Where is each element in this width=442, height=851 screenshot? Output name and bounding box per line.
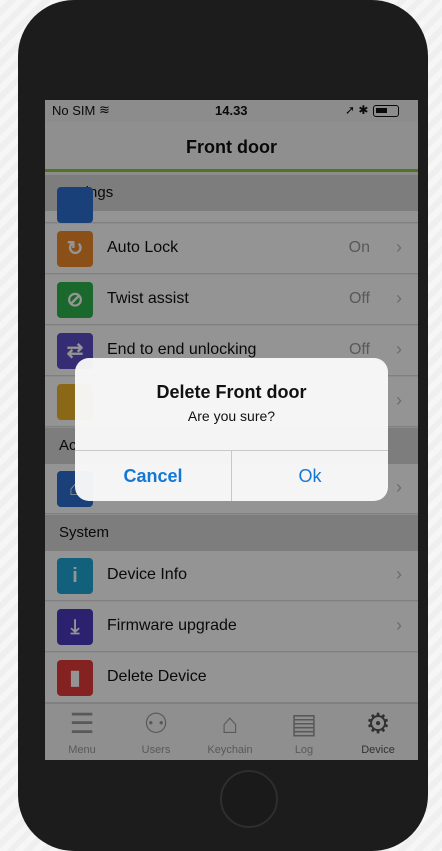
home-button[interactable]: [220, 770, 278, 828]
background: No SIM ≋ 14.33 ➚ ✱ Front door Settings ↻…: [0, 0, 442, 851]
app-screen: No SIM ≋ 14.33 ➚ ✱ Front door Settings ↻…: [45, 100, 418, 760]
dialog-message: Are you sure?: [187, 408, 276, 424]
alert-dialog: Delete Front door Are you sure? Cancel O…: [75, 358, 388, 501]
cancel-button[interactable]: Cancel: [75, 451, 231, 501]
dialog-title: Delete Front door: [156, 382, 307, 402]
ok-button[interactable]: Ok: [232, 451, 388, 501]
